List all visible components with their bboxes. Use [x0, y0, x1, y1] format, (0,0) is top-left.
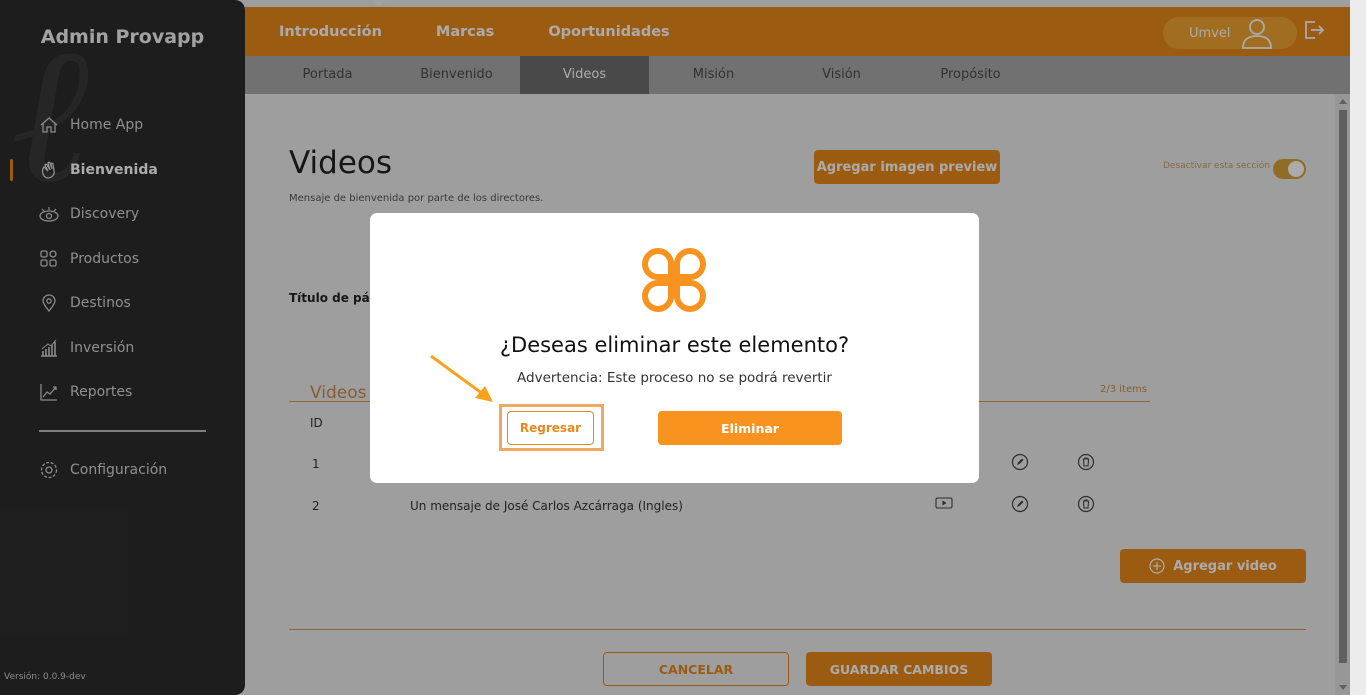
- delete-button[interactable]: Eliminar: [658, 411, 842, 445]
- clover-logo-icon: [640, 246, 708, 318]
- confirm-delete-dialog: ¿Deseas eliminar este elemento? Adverten…: [370, 213, 979, 483]
- back-button[interactable]: Regresar: [507, 411, 594, 445]
- window-edge: [1350, 0, 1366, 695]
- annotation-arrow-icon: [425, 350, 505, 414]
